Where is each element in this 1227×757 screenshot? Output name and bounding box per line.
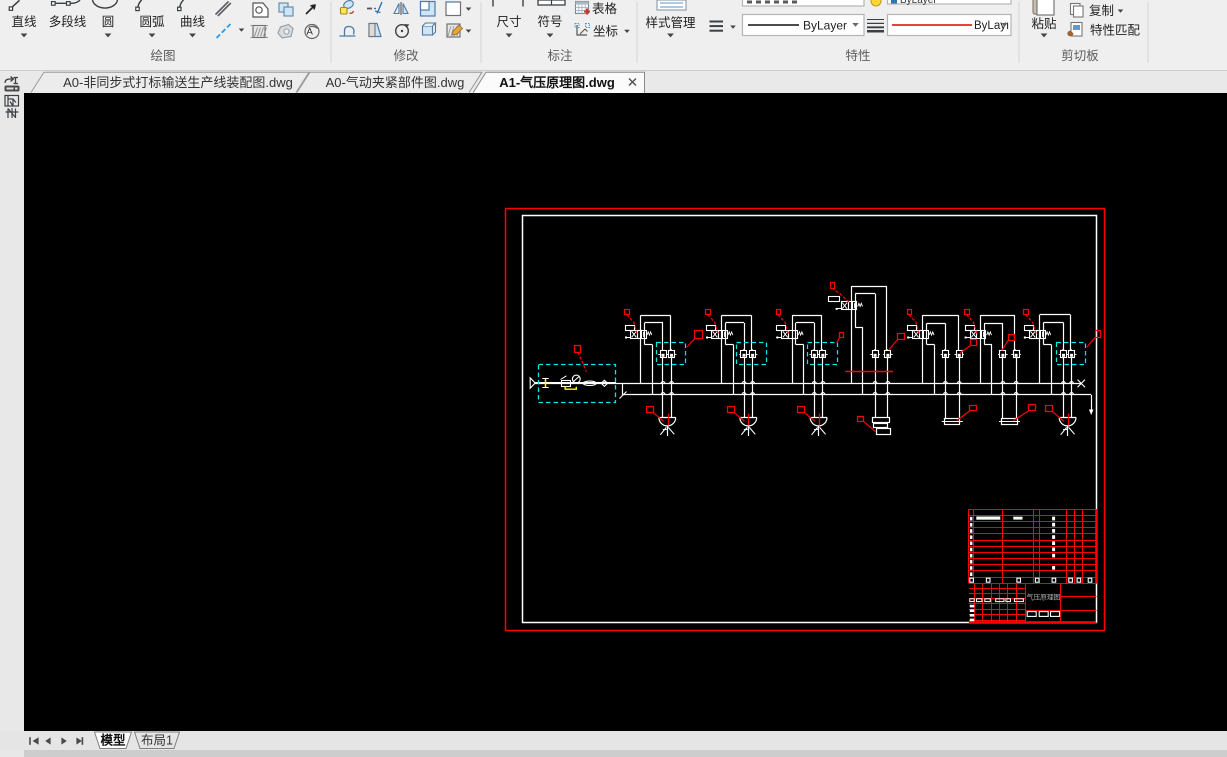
svg-text:表格: 表格 xyxy=(592,1,618,16)
svg-text:标注: 标注 xyxy=(547,48,573,63)
svg-text:粘贴: 粘贴 xyxy=(1031,16,1056,31)
svg-text:直线: 直线 xyxy=(11,15,37,29)
svg-text:符号: 符号 xyxy=(537,14,562,29)
svg-text:布局1: 布局1 xyxy=(141,734,173,748)
svg-text:模型: 模型 xyxy=(100,733,126,748)
svg-text:圆弧: 圆弧 xyxy=(139,15,165,29)
svg-text:A0-非同步式打标输送生产线装配图.dwg: A0-非同步式打标输送生产线装配图.dwg xyxy=(63,75,293,90)
svg-text:A1-气压原理图.dwg: A1-气压原理图.dwg xyxy=(499,75,615,90)
svg-text:复制: 复制 xyxy=(1089,4,1114,18)
svg-text:曲线: 曲线 xyxy=(180,15,206,29)
svg-text:特性匹配: 特性匹配 xyxy=(1090,23,1141,38)
svg-text:圆: 圆 xyxy=(102,15,115,29)
svg-text:坐标: 坐标 xyxy=(593,25,618,39)
svg-text:绘图: 绘图 xyxy=(150,48,175,63)
svg-text:A0-气动夹紧部件图.dwg: A0-气动夹紧部件图.dwg xyxy=(326,75,465,90)
svg-text:尺寸: 尺寸 xyxy=(496,15,521,29)
svg-text:A: A xyxy=(307,27,314,38)
svg-text:剪切板: 剪切板 xyxy=(1061,48,1099,63)
svg-text:多段线: 多段线 xyxy=(49,14,87,29)
svg-text:ByLayer: ByLayer xyxy=(900,0,937,6)
svg-text:气压原理图: 气压原理图 xyxy=(1027,593,1061,602)
svg-text:特性: 特性 xyxy=(845,48,870,63)
svg-text:ByLayer: ByLayer xyxy=(803,19,847,33)
svg-text:样式管理: 样式管理 xyxy=(645,15,696,30)
svg-text:修改: 修改 xyxy=(393,48,419,63)
